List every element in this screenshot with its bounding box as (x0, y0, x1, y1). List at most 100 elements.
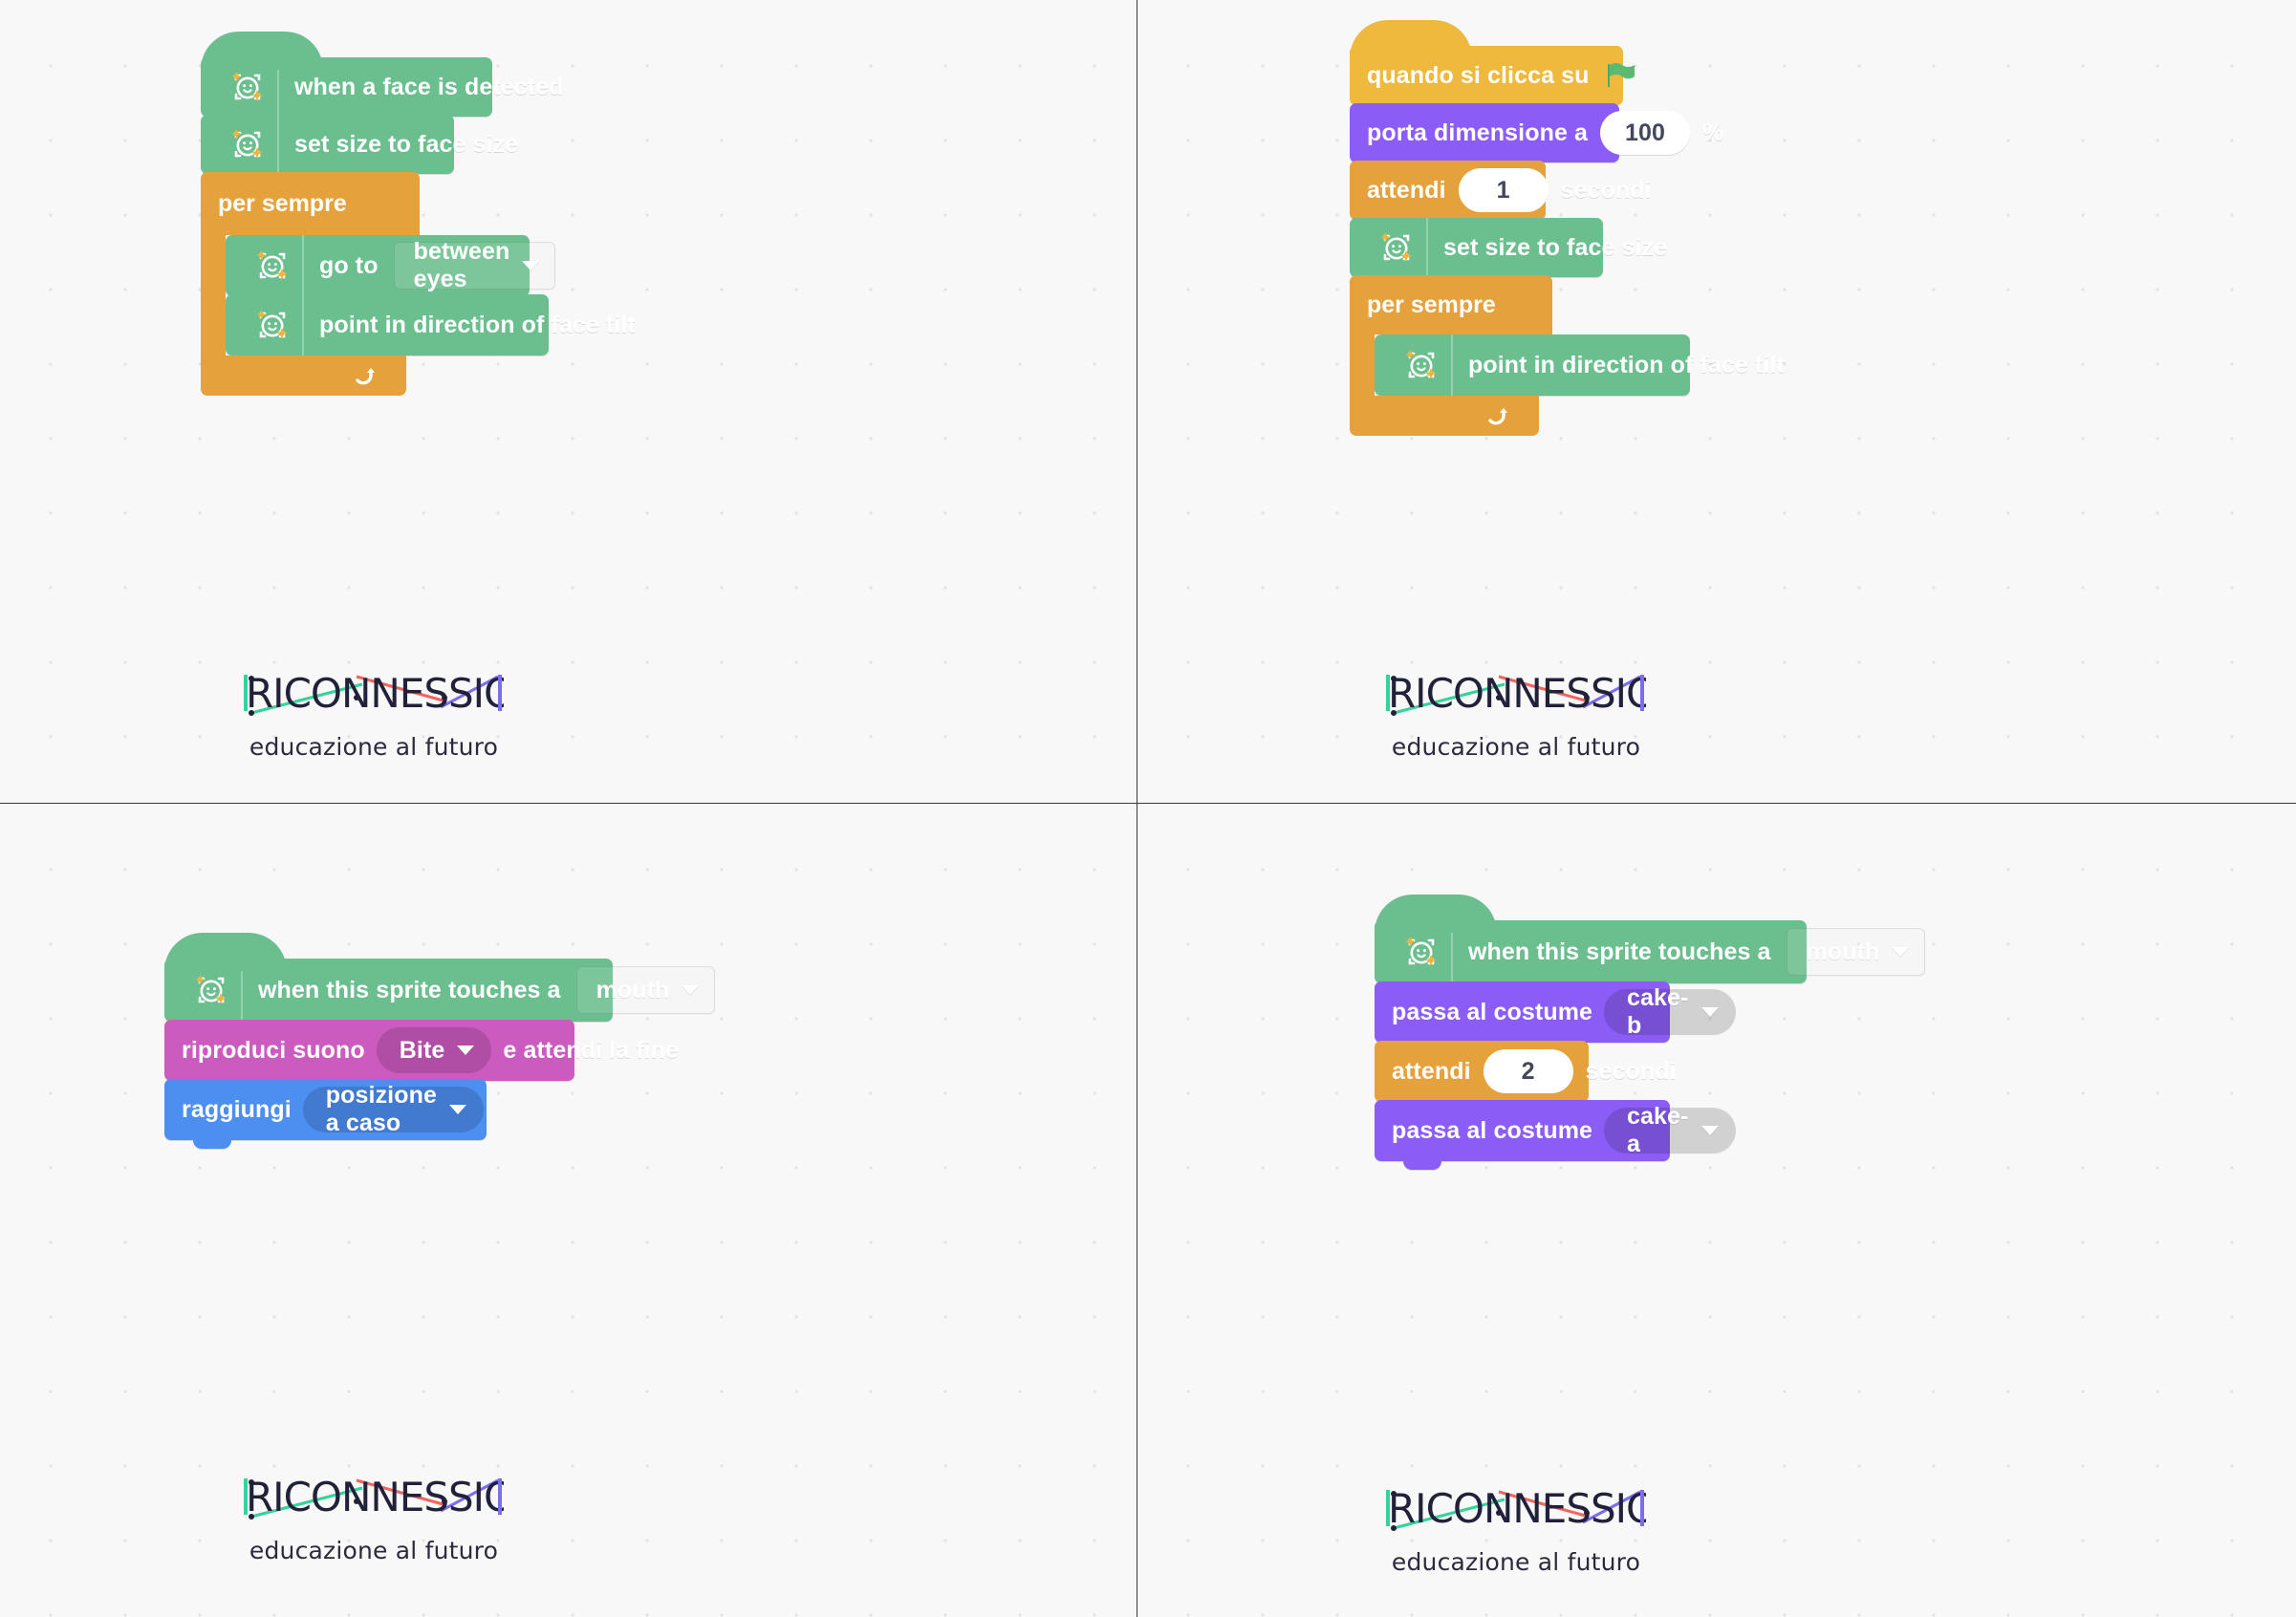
block-set-size-to[interactable]: porta dimensione a 100 % (1350, 103, 1723, 171)
block-label: point in direction of face tilt (319, 311, 636, 338)
block-label: quando si clicca su (1367, 61, 1590, 89)
block-label: passa al costume (1392, 998, 1593, 1025)
block-go-to-random[interactable]: raggiungi posizione a caso (164, 1079, 487, 1149)
block-label: per sempre (1367, 291, 1496, 318)
dropdown-sound-name[interactable]: Bite (376, 1027, 492, 1073)
block-label: when this sprite touches a (1468, 938, 1771, 965)
forever-children: go to between eyes point in direction of… (226, 235, 636, 364)
block-switch-costume-a[interactable]: passa al costume cake-a (1375, 1100, 1736, 1170)
block-label: attendi (1392, 1057, 1471, 1085)
block-go-to[interactable]: go to between eyes (226, 235, 556, 305)
forever-header: per sempre (201, 172, 420, 235)
panel-top-right: quando si clicca su porta dimensione a 1… (1137, 0, 2296, 803)
dropdown-value: between eyes (413, 238, 510, 292)
dropdown-touch-target[interactable]: mouth (1786, 928, 1926, 976)
dropdown-value: Bite (399, 1036, 445, 1064)
block-label: set size to face size (1443, 233, 1668, 261)
block-label: raggiungi (182, 1095, 292, 1123)
riconnessioni-logo: RICONNESSION educazione al futuro (1386, 669, 1687, 761)
block-label: go to (319, 251, 379, 279)
chevron-down-icon (682, 985, 700, 995)
chevron-down-icon (448, 1105, 466, 1114)
wait-value-input[interactable]: 2 (1483, 1049, 1573, 1093)
block-set-size-to-face-size[interactable]: set size to face size (1350, 218, 1667, 286)
block-forever[interactable]: per sempre (1350, 275, 1785, 436)
forever-body: point in direction of face tilt (1350, 334, 1785, 404)
dropdown-motion-target[interactable]: posizione a caso (302, 1082, 484, 1136)
block-label: when a face is detected (294, 73, 564, 100)
panel-bottom-right: when this sprite touches a mouth passa a… (1137, 803, 2296, 1617)
panel-bottom-left: when this sprite touches a mouth riprodu… (0, 803, 1137, 1617)
forever-header: per sempre (1350, 275, 1552, 334)
block-forever[interactable]: per sempre (201, 172, 636, 396)
block-label: when this sprite touches a (258, 976, 561, 1003)
block-point-direction-face-tilt[interactable]: point in direction of face tilt (1375, 334, 1785, 404)
forever-arm (1350, 334, 1375, 396)
face-sensing-icon (243, 294, 304, 356)
riconnessioni-logo: RICONNESSION educazione al futuro (244, 1473, 545, 1564)
block-label: attendi (1367, 176, 1446, 204)
svg-text:RICONNESSION: RICONNESSION (246, 670, 504, 717)
chevron-down-icon (1700, 1126, 1719, 1135)
script-stack-3[interactable]: when this sprite touches a mouth riprodu… (164, 933, 716, 1149)
script-stack-4[interactable]: when this sprite touches a mouth passa a… (1375, 895, 1926, 1170)
block-label-suffix: secondi (1560, 176, 1652, 204)
svg-text:RICONNESSION: RICONNESSION (1388, 1485, 1646, 1532)
panel-top-left: when a face is detected set size to face… (0, 0, 1137, 803)
script-stack-2[interactable]: quando si clicca su porta dimensione a 1… (1350, 20, 1785, 436)
face-sensing-icon (243, 235, 304, 296)
block-when-flag-clicked[interactable]: quando si clicca su (1350, 20, 1635, 114)
green-flag-icon (1603, 60, 1635, 91)
forever-children: point in direction of face tilt (1375, 334, 1785, 404)
dropdown-value: cake-a (1627, 1103, 1689, 1157)
svg-text:RICONNESSION: RICONNESSION (246, 1474, 504, 1520)
forever-footer (201, 356, 406, 396)
block-when-sprite-touches[interactable]: when this sprite touches a mouth (1375, 895, 1926, 992)
logo-wordmark: RICONNESSION (1386, 1484, 1687, 1539)
block-wait-seconds[interactable]: attendi 1 secondi (1350, 161, 1652, 228)
logo-svg: RICONNESSION (244, 670, 545, 717)
block-label: porta dimensione a (1367, 119, 1589, 146)
loop-arrow-icon (1480, 397, 1518, 435)
block-label: passa al costume (1392, 1116, 1593, 1144)
hat-cap (164, 933, 287, 971)
wait-value-input[interactable]: 1 (1458, 168, 1549, 212)
script-stack-1[interactable]: when a face is detected set size to face… (201, 32, 636, 396)
block-when-sprite-touches[interactable]: when this sprite touches a mouth (164, 933, 716, 1030)
face-sensing-icon (218, 115, 279, 174)
chevron-down-icon (457, 1046, 475, 1055)
block-label: riproduci suono (182, 1036, 365, 1064)
logo-tagline: educazione al futuro (1391, 1548, 1641, 1576)
face-sensing-icon (1392, 334, 1453, 396)
chevron-down-icon (1700, 1007, 1719, 1017)
dropdown-value: mouth (596, 976, 670, 1003)
hat-cap (1350, 20, 1472, 58)
size-value-input[interactable]: 100 (1600, 111, 1691, 155)
riconnessioni-logo: RICONNESSION educazione al futuro (1386, 1484, 1687, 1576)
block-set-size-to-face-size[interactable]: set size to face size (201, 115, 518, 183)
face-sensing-icon (1367, 218, 1428, 277)
loop-arrow-icon (347, 356, 385, 395)
chevron-down-icon (522, 261, 540, 270)
block-switch-costume-b[interactable]: passa al costume cake-b (1375, 981, 1736, 1051)
forever-body: go to between eyes point in direction of… (201, 235, 636, 364)
forever-arm (201, 235, 226, 356)
riconnessioni-logo: RICONNESSION educazione al futuro (244, 669, 545, 761)
block-when-face-detected[interactable]: when a face is detected (201, 32, 563, 125)
logo-wordmark: RICONNESSION (244, 1473, 545, 1527)
block-point-direction-face-tilt[interactable]: point in direction of face tilt (226, 294, 636, 364)
block-label-suffix: e attendi la fine (503, 1036, 680, 1064)
block-wait-seconds[interactable]: attendi 2 secondi (1375, 1041, 1677, 1110)
block-label-suffix: % (1702, 119, 1724, 146)
svg-text:RICONNESSION: RICONNESSION (1388, 670, 1646, 717)
dropdown-value: posizione a caso (325, 1082, 437, 1136)
dropdown-costume-name[interactable]: cake-b (1604, 984, 1736, 1039)
dropdown-costume-name[interactable]: cake-a (1604, 1103, 1736, 1157)
logo-wordmark: RICONNESSION (1386, 669, 1687, 723)
chevron-down-icon (1892, 947, 1910, 957)
logo-wordmark: RICONNESSION (244, 669, 545, 723)
logo-tagline: educazione al futuro (249, 733, 499, 761)
dropdown-touch-target[interactable]: mouth (575, 966, 716, 1014)
dropdown-go-to-target[interactable]: between eyes (393, 238, 556, 292)
block-play-sound-until-done[interactable]: riproduci suono Bite e attendi la fine (164, 1020, 679, 1089)
